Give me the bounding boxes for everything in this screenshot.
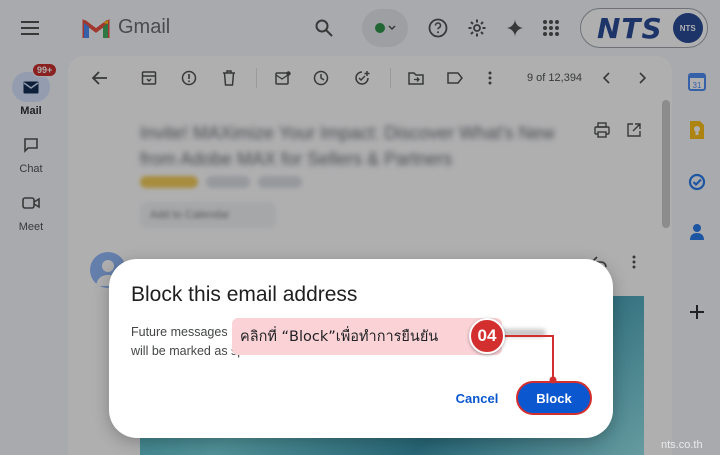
callout-connector-line — [504, 335, 557, 384]
cancel-button[interactable]: Cancel — [449, 387, 505, 409]
block-button[interactable]: Block — [516, 381, 592, 415]
instruction-callout: คลิกที่ “Block”เพื่อทำการยืนยัน — [232, 318, 502, 355]
dialog-title: Block this email address — [131, 283, 358, 306]
watermark: nts.co.th — [661, 439, 703, 451]
instruction-text: คลิกที่ “Block”เพื่อทำการยืนยัน — [240, 329, 439, 345]
step-number-badge: 04 — [469, 318, 505, 354]
dialog-message-line1: Future messages — [131, 325, 228, 339]
